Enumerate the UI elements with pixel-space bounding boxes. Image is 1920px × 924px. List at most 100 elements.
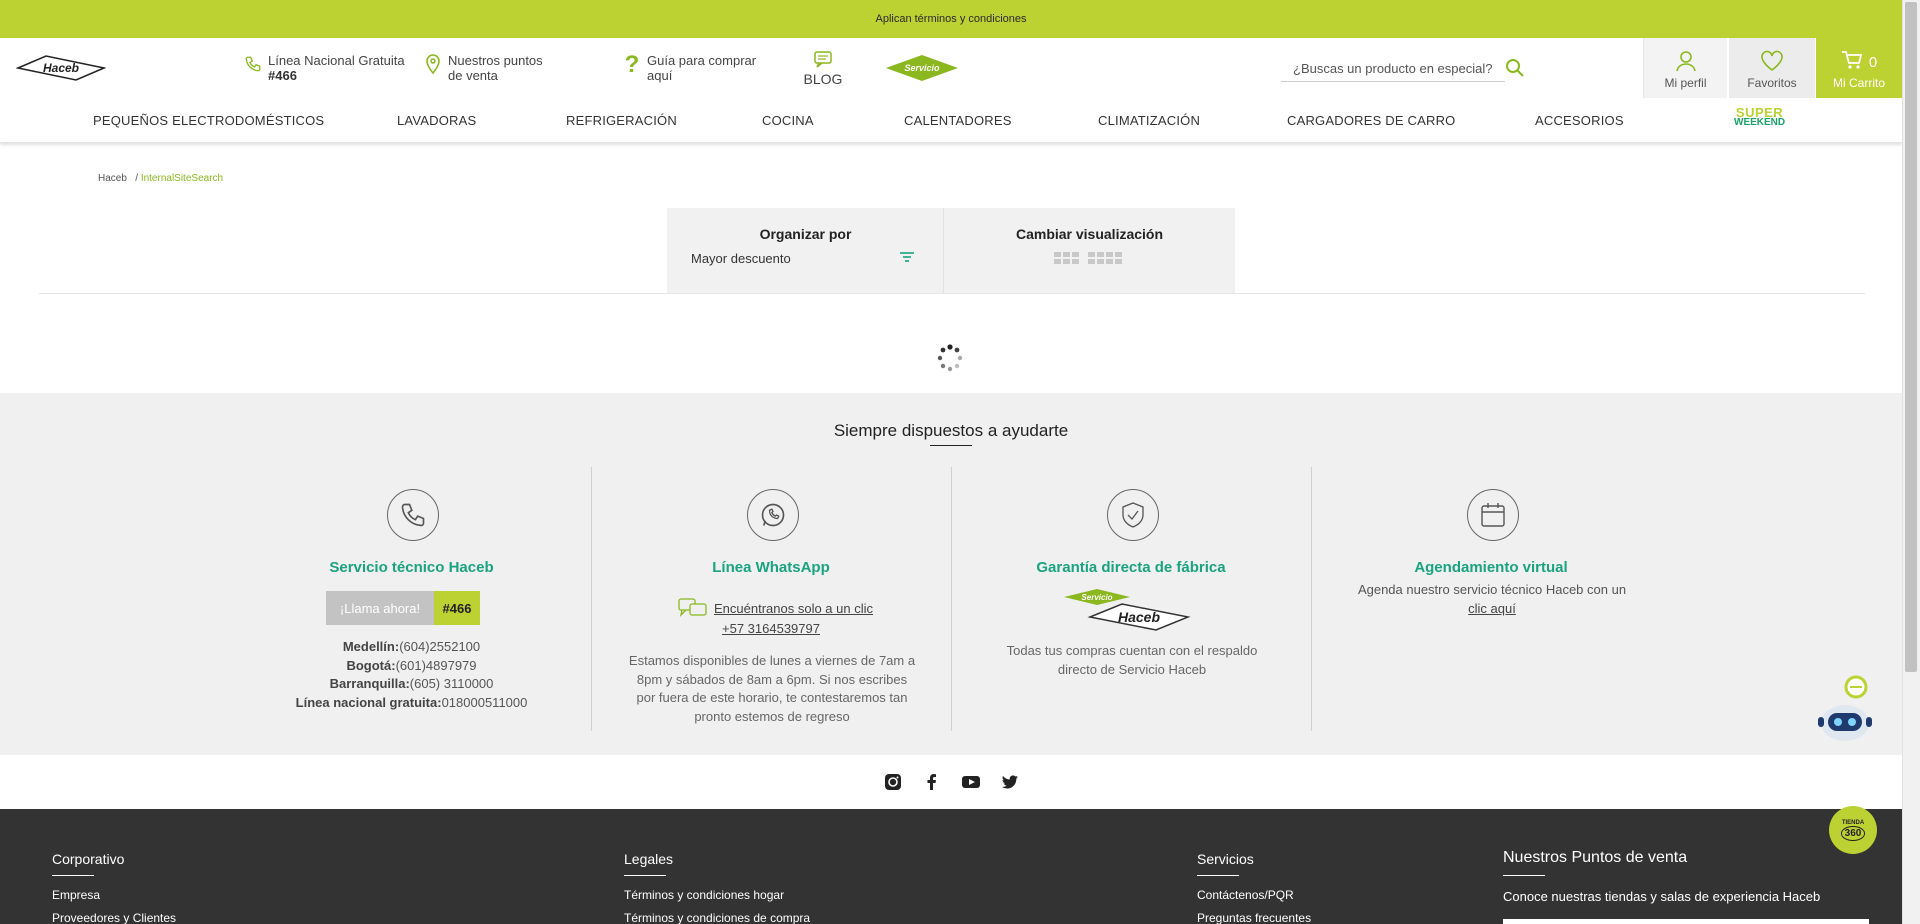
breadcrumb-separator: /: [135, 173, 139, 184]
help-title-underline: [930, 445, 972, 446]
phone-list: Medellín:(604)2552100 Bogotá:(601)489797…: [232, 638, 591, 712]
location-pin-icon: [424, 53, 442, 75]
nav-cocina[interactable]: COCINA: [762, 113, 814, 128]
facebook-icon[interactable]: [923, 773, 941, 791]
grid-4-columns-icon[interactable]: [1088, 252, 1122, 264]
question-mark-icon: ?: [624, 50, 640, 78]
linea-nacional-link[interactable]: Línea Nacional Gratuita #466: [244, 53, 405, 83]
garantia-text: Todas tus compras cuentan con el respald…: [1006, 643, 1258, 677]
agendamiento-column: Agendamiento virtual Agenda nuestro serv…: [1311, 467, 1670, 731]
garantia-logo-main: Haceb: [1118, 609, 1160, 625]
page-scrollbar-thumb[interactable]: [1905, 2, 1917, 672]
phone-number: (605) 3110000: [409, 676, 494, 691]
mi-carrito-label: Mi Carrito: [1832, 76, 1885, 90]
footer-link-contactenos[interactable]: Contáctenos/PQR: [1197, 888, 1311, 902]
search-input[interactable]: ¿Buscas un producto en especial?: [1281, 56, 1505, 82]
linea-number: #466: [268, 68, 297, 83]
breadcrumb-current: InternalSiteSearch: [140, 173, 224, 184]
header: Haceb Línea Nacional Gratuita #466 Nuestr…: [0, 38, 1902, 98]
footer-link-terminos-hogar[interactable]: Términos y condiciones hogar: [624, 888, 810, 902]
garantia-logo-top: Servicio: [1081, 593, 1112, 602]
footer-puntos-text: Conoce nuestras tiendas y salas de exper…: [1503, 889, 1821, 904]
blog-label: BLOG: [803, 71, 843, 87]
social-bar: [0, 755, 1902, 809]
promo-bar[interactable]: Aplican términos y condiciones: [0, 0, 1902, 38]
nav-calentadores[interactable]: CALENTADORES: [904, 113, 1012, 128]
sort-dropdown[interactable]: Organizar por Mayor descuento: [667, 208, 944, 293]
youtube-icon[interactable]: [962, 773, 980, 791]
phone-icon: [244, 53, 262, 75]
puntos-venta-link[interactable]: Nuestros puntos de venta: [424, 53, 543, 83]
grid-3-columns-icon[interactable]: [1054, 252, 1080, 264]
whatsapp-number-link[interactable]: +57 3164539797: [592, 621, 950, 636]
llama-ahora-button[interactable]: ¡Llama ahora! #466: [326, 591, 480, 625]
loading-spinner-icon: [937, 344, 963, 372]
instagram-icon[interactable]: [884, 773, 902, 791]
favoritos-button[interactable]: Favoritos: [1729, 38, 1815, 98]
nav-pequenos-electrodomesticos[interactable]: PEQUEÑOS ELECTRODOMÉSTICOS: [93, 113, 324, 128]
footer-link-empresa[interactable]: Empresa: [52, 888, 176, 902]
calendar-icon: [1467, 489, 1519, 541]
breadcrumb: Haceb / InternalSiteSearch: [98, 173, 223, 184]
chat-bubble-icon: [814, 51, 832, 68]
footer-link-preguntas[interactable]: Preguntas frecuentes: [1197, 911, 1311, 924]
mi-carrito-button[interactable]: 0 Mi Carrito: [1816, 38, 1902, 98]
garantia-title: Garantía directa de fábrica: [1036, 559, 1226, 576]
guia-compra-link[interactable]: ? Guía para comprar aquí: [623, 50, 757, 83]
servicio-haceb-logo: Servicio Haceb: [1064, 589, 1191, 631]
filter-icon: [900, 252, 914, 262]
puntos-label-1: Nuestros puntos: [448, 53, 543, 68]
footer-link-terminos-compra[interactable]: Términos y condiciones de compra: [624, 911, 810, 924]
phone-circle-icon: [387, 489, 439, 541]
garantia-column: Garantía directa de fábrica Servicio Hac…: [951, 467, 1310, 731]
guia-label-1: Guía para comprar: [647, 53, 757, 68]
footer-puntos-input[interactable]: [1503, 919, 1869, 924]
nav-climatizacion[interactable]: CLIMATIZACIÓN: [1098, 113, 1200, 128]
search-icon[interactable]: [1505, 58, 1525, 78]
nav-accesorios[interactable]: ACCESORIOS: [1535, 113, 1624, 128]
footer-underline: [1197, 875, 1239, 876]
nav-lavadoras[interactable]: LAVADORAS: [397, 113, 476, 128]
promo-text[interactable]: Aplican términos y condiciones: [875, 13, 1026, 25]
agendamiento-link[interactable]: clic aquí: [1468, 601, 1516, 616]
heart-icon: [1761, 50, 1783, 71]
twitter-icon[interactable]: [1001, 773, 1019, 791]
whatsapp-link-text: Encuéntranos solo a un clic: [714, 600, 873, 616]
nav-cargadores-de-carro[interactable]: CARGADORES DE CARRO: [1287, 113, 1456, 128]
super-weekend-link[interactable]: SUPER WEEKEND: [1734, 106, 1786, 128]
phone-line: Línea nacional gratuita:018000511000: [232, 694, 591, 713]
chatbot-robot-icon[interactable]: [1816, 675, 1874, 745]
footer-corporativo: Corporativo Empresa Proveedores y Client…: [52, 851, 176, 924]
footer-puntos-venta: Nuestros Puntos de venta Conoce nuestras…: [1503, 849, 1820, 904]
linea-label: Línea Nacional Gratuita: [268, 53, 405, 68]
phone-city: Línea nacional gratuita:: [295, 694, 442, 710]
mi-perfil-button[interactable]: Mi perfil: [1643, 38, 1727, 98]
help-title: Siempre dispuestos a ayudarte: [833, 421, 1069, 440]
llama-ahora-label: ¡Llama ahora!: [326, 591, 434, 625]
footer-underline: [624, 875, 666, 876]
servicio-badge-text: Servicio: [904, 63, 940, 73]
phone-city: Bogotá:: [346, 657, 396, 673]
agendamiento-text: Agenda nuestro servicio técnico Haceb co…: [1332, 581, 1652, 618]
nav-refrigeracion[interactable]: REFRIGERACIÓN: [566, 113, 677, 128]
footer: Corporativo Empresa Proveedores y Client…: [0, 809, 1902, 924]
whatsapp-link[interactable]: Encuéntranos solo a un clic: [678, 597, 873, 619]
phone-city: Medellín:: [342, 639, 400, 654]
llama-ahora-number: #466: [434, 591, 480, 625]
phone-number: (604)2552100: [399, 639, 481, 654]
tienda-360-button[interactable]: TIENDA 360: [1829, 806, 1877, 854]
servicio-tecnico-title: Servicio técnico Haceb: [329, 559, 494, 576]
footer-link-proveedores[interactable]: Proveedores y Clientes: [52, 911, 176, 924]
cart-icon: [1841, 51, 1862, 69]
servicio-badge-logo[interactable]: Servicio: [884, 53, 960, 83]
sort-value: Mayor descuento: [691, 251, 791, 266]
breadcrumb-home[interactable]: Haceb: [98, 173, 127, 184]
favoritos-label: Favoritos: [1747, 76, 1797, 90]
footer-legales-title: Legales: [624, 851, 674, 867]
weekend-label: WEEKEND: [1734, 117, 1786, 128]
footer-servicios: Servicios Contáctenos/PQR Preguntas frec…: [1197, 851, 1311, 924]
whatsapp-title: Línea WhatsApp: [712, 559, 830, 576]
blog-link[interactable]: BLOG: [802, 50, 844, 87]
phone-number: (601)4897979: [395, 657, 477, 673]
haceb-logo[interactable]: Haceb: [16, 52, 106, 84]
